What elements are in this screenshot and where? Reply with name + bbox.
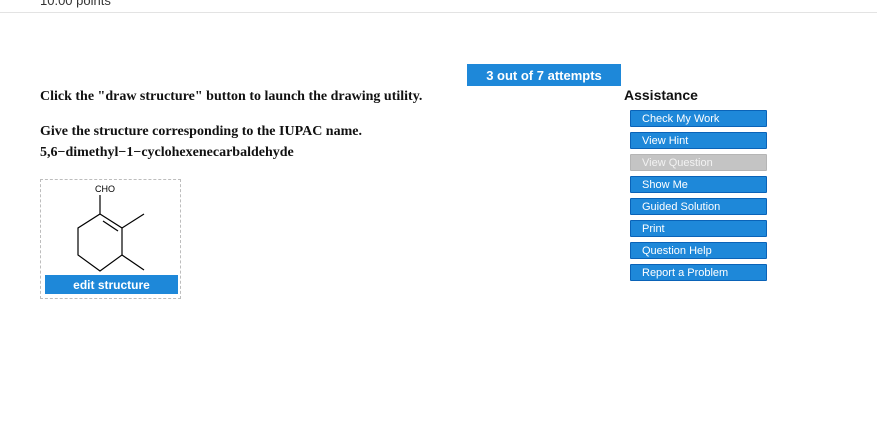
molecule-structure: CHO bbox=[77, 184, 145, 272]
cyclohexene-ring bbox=[77, 213, 123, 272]
question-prompt: Give the structure corresponding to the … bbox=[40, 124, 362, 139]
attempts-badge: 3 out of 7 attempts bbox=[467, 64, 621, 86]
points-header: 10.00 points bbox=[40, 0, 111, 8]
report-problem-button[interactable]: Report a Problem bbox=[630, 264, 767, 281]
print-button[interactable]: Print bbox=[630, 220, 767, 237]
ring-double-bond bbox=[102, 220, 119, 232]
cho-label: CHO bbox=[95, 184, 115, 194]
instruction-text: Click the "draw structure" button to lau… bbox=[40, 89, 423, 104]
iupac-name: 5,6−dimethyl−1−cyclohexenecarbaldehyde bbox=[40, 145, 294, 160]
view-question-button: View Question bbox=[630, 154, 767, 171]
check-my-work-button[interactable]: Check My Work bbox=[630, 110, 767, 127]
methyl-bond-upper bbox=[121, 213, 145, 229]
assistance-panel: Check My Work View Hint View Question Sh… bbox=[630, 110, 767, 286]
show-me-button[interactable]: Show Me bbox=[630, 176, 767, 193]
top-divider bbox=[0, 12, 877, 13]
assistance-title: Assistance bbox=[624, 87, 698, 103]
edit-structure-button[interactable]: edit structure bbox=[45, 275, 178, 294]
view-hint-button[interactable]: View Hint bbox=[630, 132, 767, 149]
methyl-bond-lower bbox=[121, 254, 145, 271]
question-help-button[interactable]: Question Help bbox=[630, 242, 767, 259]
guided-solution-button[interactable]: Guided Solution bbox=[630, 198, 767, 215]
drawing-area[interactable]: CHO edit structure bbox=[40, 179, 181, 299]
